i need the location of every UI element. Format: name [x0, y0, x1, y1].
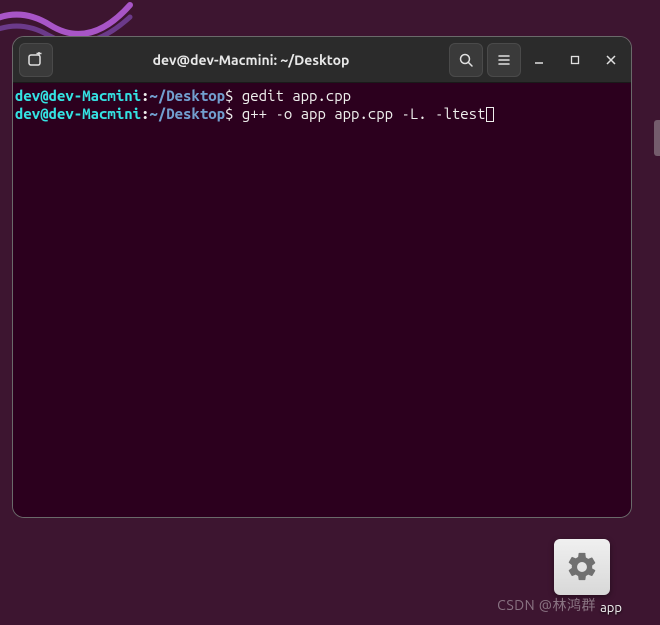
terminal-line: dev@dev-Macmini:~/Desktop$ g++ -o app ap…: [15, 105, 629, 123]
new-tab-icon: [28, 52, 44, 68]
minimize-icon: [533, 54, 545, 66]
minimize-button[interactable]: [525, 46, 553, 74]
search-button[interactable]: [449, 43, 483, 77]
command-text: gedit app.cpp: [233, 87, 351, 104]
close-icon: [605, 54, 617, 66]
terminal-body[interactable]: dev@dev-Macmini:~/Desktop$ gedit app.cpp…: [13, 83, 631, 517]
new-tab-button[interactable]: [19, 43, 53, 77]
desktop-app-label: app: [600, 601, 622, 615]
close-button[interactable]: [597, 46, 625, 74]
command-text: g++ -o app app.cpp -L. -ltest: [233, 105, 485, 122]
watermark: CSDN @林鸿群: [497, 595, 596, 615]
cursor: [486, 107, 494, 122]
titlebar: dev@dev-Macmini: ~/Desktop: [13, 37, 631, 83]
maximize-button[interactable]: [561, 46, 589, 74]
menu-icon: [496, 52, 512, 68]
terminal-window: dev@dev-Macmini: ~/Desktop: [12, 36, 632, 518]
window-title: dev@dev-Macmini: ~/Desktop: [57, 52, 445, 68]
desktop-app-shortcut[interactable]: [554, 539, 610, 595]
prompt-user-host: dev@dev-Macmini: [15, 87, 141, 104]
prompt-path: ~/Desktop: [149, 105, 225, 122]
maximize-icon: [569, 54, 581, 66]
right-edge-sliver: [654, 120, 660, 156]
terminal-line: dev@dev-Macmini:~/Desktop$ gedit app.cpp: [15, 87, 629, 105]
prompt-path: ~/Desktop: [149, 87, 225, 104]
gear-icon: [565, 550, 599, 584]
prompt-user-host: dev@dev-Macmini: [15, 105, 141, 122]
search-icon: [458, 52, 474, 68]
menu-button[interactable]: [487, 43, 521, 77]
window-controls: [525, 46, 625, 74]
